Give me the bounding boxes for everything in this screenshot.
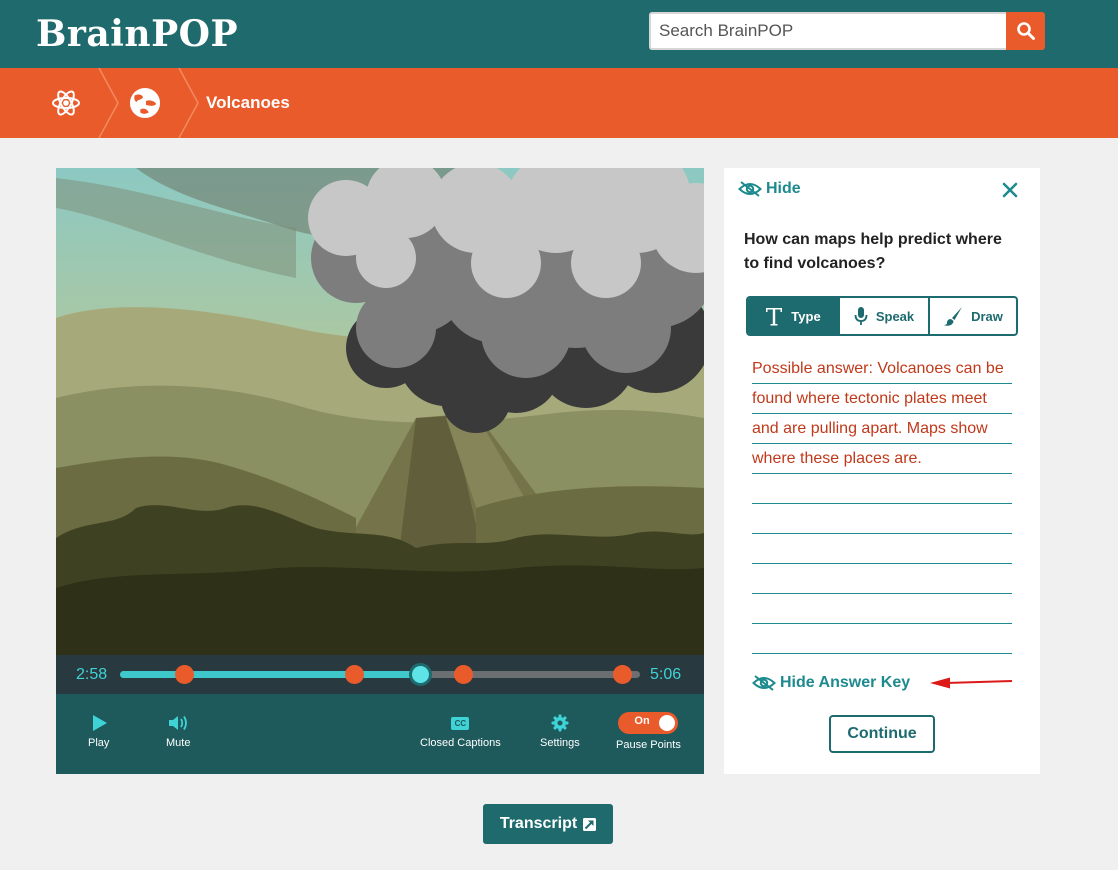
breadcrumb-earth-science[interactable]	[129, 87, 161, 119]
playhead-handle[interactable]	[409, 663, 433, 686]
volume-icon	[169, 716, 188, 730]
closed-captions-label: Closed Captions	[420, 737, 501, 749]
answer-line	[752, 563, 1012, 564]
brush-icon	[944, 307, 963, 326]
answer-key-text: Possible answer: Volcanoes can be found …	[752, 360, 1004, 467]
brainpop-logo[interactable]: BrainPOP	[36, 12, 238, 56]
tab-draw-label: Draw	[971, 308, 1003, 324]
video-controls: Play Mute CC Closed Captions Settings On…	[56, 694, 704, 774]
progress-track[interactable]	[120, 663, 640, 686]
answer-area[interactable]: Possible answer: Volcanoes can be found …	[752, 354, 1012, 654]
search-button[interactable]	[1006, 12, 1045, 50]
play-icon	[92, 715, 107, 731]
gear-icon	[551, 714, 569, 732]
search-bar	[649, 12, 1045, 50]
toggle-state: On	[634, 715, 650, 727]
page-title: Volcanoes	[206, 93, 290, 112]
tab-type[interactable]: Type	[748, 298, 838, 334]
play-button[interactable]: Play	[88, 714, 109, 749]
breadcrumb: Volcanoes	[0, 68, 1118, 138]
breadcrumb-separator	[178, 68, 199, 138]
answer-line	[752, 623, 1012, 624]
toggle-knob	[659, 715, 676, 731]
atom-icon	[52, 90, 80, 116]
pause-point-marker[interactable]	[345, 665, 364, 684]
microphone-icon	[854, 307, 868, 325]
answer-line	[752, 503, 1012, 504]
hide-answer-key-label: Hide Answer Key	[780, 674, 911, 691]
transcript-label: Transcript	[499, 815, 578, 832]
video-scrubber: 2:58 5:06	[56, 655, 704, 694]
pause-points-toggle[interactable]: On Pause Points	[616, 712, 681, 751]
pause-points-switch[interactable]: On	[618, 712, 679, 734]
pause-point-marker[interactable]	[454, 665, 474, 684]
mute-button[interactable]: Mute	[166, 714, 190, 749]
question-text: How can maps help predict where to find …	[744, 231, 1002, 272]
closed-captions-button[interactable]: CC Closed Captions	[420, 714, 501, 749]
continue-button[interactable]: Continue	[829, 715, 935, 753]
answer-line	[752, 533, 1012, 534]
external-link-icon	[583, 817, 597, 831]
mute-label: Mute	[166, 737, 191, 749]
hide-answer-key-button[interactable]: Hide Answer Key	[752, 674, 910, 692]
video-player: 2:58 5:06 Play Mute CC Closed Captions S…	[56, 168, 704, 774]
tab-speak-label: Speak	[875, 308, 915, 324]
pause-point-marker[interactable]	[174, 665, 194, 684]
pause-points-label: Pause Points	[616, 739, 681, 751]
answer-line	[752, 653, 1012, 654]
progress-fill	[120, 671, 421, 678]
breadcrumb-separator	[98, 68, 119, 138]
eye-slash-icon	[752, 675, 776, 691]
current-time: 2:58	[76, 666, 108, 683]
text-icon	[766, 308, 783, 326]
hide-panel-button[interactable]: Hide	[738, 180, 801, 198]
close-icon	[1002, 182, 1018, 198]
globe-icon	[129, 87, 161, 119]
close-button[interactable]	[1002, 182, 1018, 203]
settings-label: Settings	[540, 737, 580, 749]
eye-slash-icon	[738, 181, 762, 197]
tab-speak[interactable]: Speak	[838, 298, 928, 334]
closed-captions-icon: CC	[451, 717, 470, 730]
hide-label: Hide	[766, 180, 801, 197]
search-input[interactable]	[649, 12, 1006, 50]
answer-mode-tabs: Type Speak Draw	[746, 296, 1018, 336]
settings-button[interactable]: Settings	[540, 714, 580, 749]
search-icon	[1016, 22, 1035, 40]
duration: 5:06	[650, 666, 682, 683]
pause-point-marker[interactable]	[612, 665, 632, 684]
red-arrow-annotation	[930, 677, 1013, 689]
tab-draw[interactable]: Draw	[928, 298, 1016, 334]
question-panel: Hide How can maps help predict where to …	[724, 168, 1040, 774]
top-header: BrainPOP	[0, 0, 1118, 68]
transcript-button[interactable]: Transcript	[483, 804, 613, 844]
answer-line	[752, 593, 1012, 594]
play-label: Play	[88, 737, 110, 749]
volcano-scene-image[interactable]	[56, 168, 704, 655]
tab-type-label: Type	[791, 308, 821, 324]
breadcrumb-science[interactable]	[50, 87, 82, 119]
